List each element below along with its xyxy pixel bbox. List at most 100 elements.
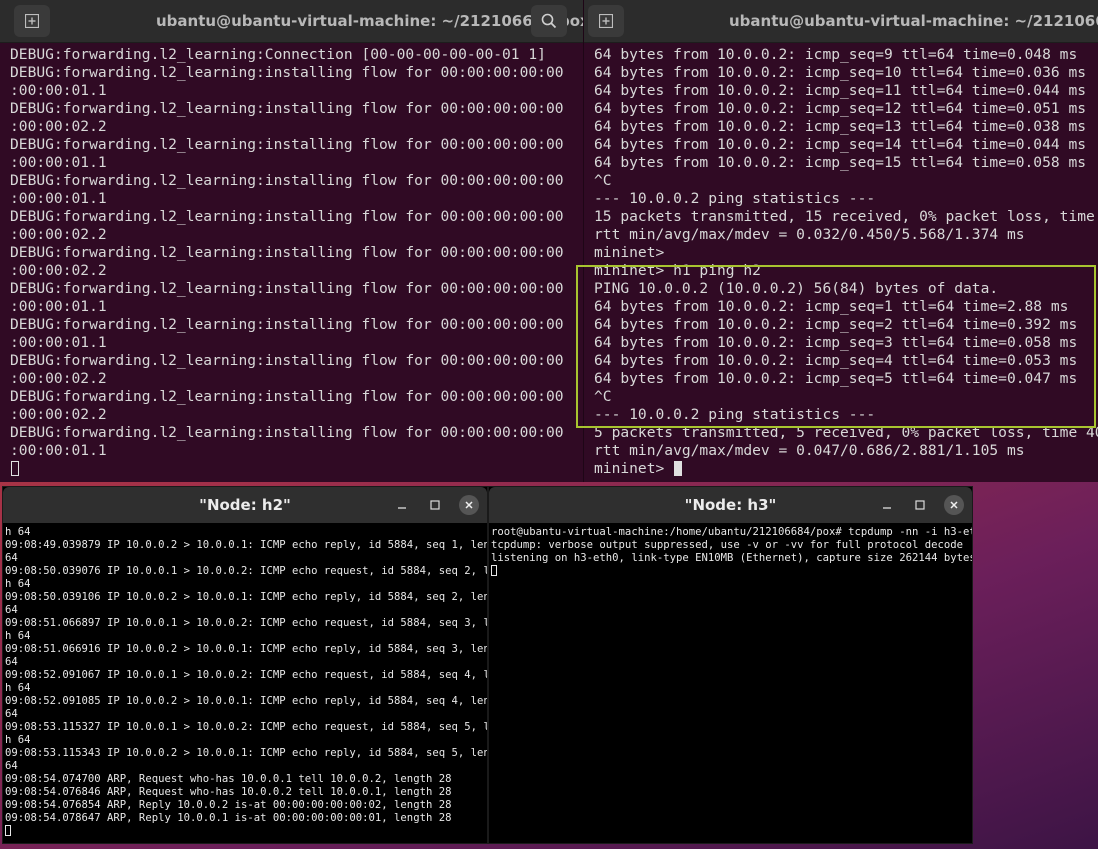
terminal-line: :00:00:02.2 bbox=[10, 262, 107, 279]
h3-close-button[interactable] bbox=[944, 495, 964, 515]
node-h3-output[interactable]: root@ubantu-virtual-machine:/home/ubantu… bbox=[489, 523, 972, 578]
search-icon bbox=[541, 13, 557, 29]
terminal-line: :00:00:01.1 bbox=[10, 334, 107, 351]
terminal-line: 64 bytes from 10.0.0.2: icmp_seq=9 ttl=6… bbox=[594, 46, 1078, 63]
terminal-line: :00:00:01.1 bbox=[10, 154, 107, 171]
terminal-line: 64 bytes from 10.0.0.2: icmp_seq=11 ttl=… bbox=[594, 82, 1087, 99]
terminal-line: DEBUG:forwarding.l2_learning:installing … bbox=[10, 352, 564, 369]
input-line[interactable] bbox=[491, 565, 972, 578]
terminal-line: ^C bbox=[594, 172, 612, 189]
terminal-line: 64 bytes from 10.0.0.2: icmp_seq=13 ttl=… bbox=[594, 118, 1087, 135]
terminal-line: DEBUG:forwarding.l2_learning:installing … bbox=[10, 388, 564, 405]
terminal-line: DEBUG:forwarding.l2_learning:Connection … bbox=[10, 46, 546, 63]
maximize-icon bbox=[430, 500, 440, 510]
xterm-line: 09:08:51.066916 IP 10.0.0.2 > 10.0.0.1: … bbox=[5, 643, 487, 655]
terminal-line: --- 10.0.0.2 ping statistics --- bbox=[594, 190, 876, 207]
h3-minimize-button[interactable] bbox=[877, 495, 897, 515]
input-line[interactable] bbox=[10, 460, 583, 478]
new-tab-button[interactable] bbox=[14, 5, 50, 37]
node-h3-title: "Node: h3" bbox=[684, 496, 777, 514]
terminal-line: PING 10.0.0.2 (10.0.0.2) 56(84) bytes of… bbox=[594, 280, 999, 297]
terminal-line: 64 bytes from 10.0.0.2: icmp_seq=5 ttl=6… bbox=[594, 370, 1078, 387]
node-h3-window[interactable]: "Node: h3" root@ubantu-virtual-machine:/… bbox=[489, 487, 972, 843]
xterm-line: 64 bbox=[5, 708, 18, 720]
xterm-line: 09:08:54.074700 ARP, Request who-has 10.… bbox=[5, 773, 452, 785]
minimize-icon bbox=[883, 507, 891, 509]
xterm-line: h 64 bbox=[5, 630, 31, 642]
terminal-line: 15 packets transmitted, 15 received, 0% … bbox=[594, 208, 1095, 225]
search-button[interactable] bbox=[531, 5, 567, 37]
close-icon bbox=[465, 501, 473, 509]
terminal-line: 64 bytes from 10.0.0.2: icmp_seq=12 ttl=… bbox=[594, 100, 1087, 117]
xterm-line: 09:08:54.078647 ARP, Reply 10.0.0.1 is-a… bbox=[5, 812, 452, 824]
xterm-line: h 64 bbox=[5, 578, 31, 590]
terminal-line: --- 10.0.0.2 ping statistics --- bbox=[594, 406, 876, 423]
terminal-line: mininet> h1 ping h2 bbox=[594, 262, 761, 279]
terminal-line: DEBUG:forwarding.l2_learning:installing … bbox=[10, 424, 564, 441]
new-tab-button-right[interactable] bbox=[588, 5, 624, 37]
text-cursor bbox=[11, 461, 19, 476]
terminal-line: :00:00:01.1 bbox=[10, 442, 107, 459]
xterm-line: 09:08:53.115327 IP 10.0.0.1 > 10.0.0.2: … bbox=[5, 721, 487, 733]
terminal-line: DEBUG:forwarding.l2_learning:installing … bbox=[10, 100, 564, 117]
terminal-line: DEBUG:forwarding.l2_learning:installing … bbox=[10, 136, 564, 153]
terminal-line: DEBUG:forwarding.l2_learning:installing … bbox=[10, 64, 564, 81]
terminal-line: :00:00:01.1 bbox=[10, 298, 107, 315]
right-terminal-titlebar[interactable]: ubantu@ubantu-virtual-machine: ~/2121066… bbox=[584, 0, 1098, 43]
xterm-line: 09:08:51.066897 IP 10.0.0.1 > 10.0.0.2: … bbox=[5, 617, 487, 629]
node-h3-titlebar[interactable]: "Node: h3" bbox=[489, 487, 972, 523]
xterm-line: 64 bbox=[5, 604, 18, 616]
xterm-line: tcpdump: verbose output suppressed, use … bbox=[491, 539, 963, 551]
xterm-line: 09:08:54.076846 ARP, Request who-has 10.… bbox=[5, 786, 452, 798]
xterm-line: h 64 bbox=[5, 682, 31, 694]
h2-close-button[interactable] bbox=[459, 495, 479, 515]
terminal-line: 64 bytes from 10.0.0.2: icmp_seq=1 ttl=6… bbox=[594, 298, 1069, 315]
xterm-line: 09:08:52.091067 IP 10.0.0.1 > 10.0.0.2: … bbox=[5, 669, 487, 681]
terminal-line: DEBUG:forwarding.l2_learning:installing … bbox=[10, 316, 564, 333]
xterm-line: listening on h3-eth0, link-type EN10MB (… bbox=[491, 552, 972, 564]
text-cursor bbox=[674, 461, 683, 476]
node-h2-titlebar[interactable]: "Node: h2" bbox=[3, 487, 487, 523]
xterm-line: 09:08:54.076854 ARP, Reply 10.0.0.2 is-a… bbox=[5, 799, 452, 811]
terminal-line: 5 packets transmitted, 5 received, 0% pa… bbox=[594, 424, 1098, 441]
terminal-line: ^C bbox=[594, 388, 612, 405]
xterm-line: h 64 bbox=[5, 526, 31, 538]
xterm-line: 64 bbox=[5, 656, 18, 668]
xterm-line: h 64 bbox=[5, 734, 31, 746]
new-tab-icon bbox=[25, 14, 39, 28]
node-h2-output[interactable]: h 64 09:08:49.039879 IP 10.0.0.2 > 10.0.0… bbox=[3, 523, 487, 838]
terminal-line: rtt min/avg/max/mdev = 0.032/0.450/5.568… bbox=[594, 226, 1025, 243]
h2-minimize-button[interactable] bbox=[392, 495, 412, 515]
terminal-line: DEBUG:forwarding.l2_learning:installing … bbox=[10, 244, 564, 261]
terminal-line: :00:00:02.2 bbox=[10, 118, 107, 135]
terminal-line: 64 bytes from 10.0.0.2: icmp_seq=4 ttl=6… bbox=[594, 352, 1078, 369]
maximize-icon bbox=[915, 500, 925, 510]
xterm-line: 09:08:50.039106 IP 10.0.0.2 > 10.0.0.1: … bbox=[5, 591, 487, 603]
terminal-line: :00:00:02.2 bbox=[10, 370, 107, 387]
terminal-line: :00:00:01.1 bbox=[10, 190, 107, 207]
h3-maximize-button[interactable] bbox=[910, 495, 930, 515]
right-terminal-title: ubantu@ubantu-virtual-machine: ~/2121066… bbox=[729, 12, 1098, 30]
terminal-line: :00:00:02.2 bbox=[10, 226, 107, 243]
new-tab-icon bbox=[599, 14, 613, 28]
left-terminal-output[interactable]: DEBUG:forwarding.l2_learning:Connection … bbox=[0, 43, 583, 478]
left-terminal-window[interactable]: ubantu@ubantu-virtual-machine: ~/2121066… bbox=[0, 0, 583, 482]
terminal-line: 64 bytes from 10.0.0.2: icmp_seq=10 ttl=… bbox=[594, 64, 1087, 81]
terminal-line: DEBUG:forwarding.l2_learning:installing … bbox=[10, 280, 564, 297]
right-terminal-window[interactable]: ubantu@ubantu-virtual-machine: ~/212106 6… bbox=[583, 0, 1098, 482]
terminal-line: 64 bytes from 10.0.0.2: icmp_seq=2 ttl=6… bbox=[594, 316, 1078, 333]
xterm-line: 64 bbox=[5, 552, 18, 564]
left-terminal-titlebar[interactable]: ubantu@ubantu-virtual-machine: ~/2121066… bbox=[0, 0, 583, 43]
terminal-line: :00:00:02.2 bbox=[10, 406, 107, 423]
left-terminal-title: ubantu@ubantu-virtual-machine: ~/2121066… bbox=[156, 12, 583, 30]
h2-maximize-button[interactable] bbox=[425, 495, 445, 515]
node-h2-window[interactable]: "Node: h2" h 64 09:08:49.039879 IP 10.0.0… bbox=[3, 487, 487, 843]
text-cursor bbox=[491, 565, 497, 576]
xterm-line: 09:08:50.039076 IP 10.0.0.1 > 10.0.0.2: … bbox=[5, 565, 487, 577]
terminal-line: DEBUG:forwarding.l2_learning:installing … bbox=[10, 172, 564, 189]
terminal-line: mininet> bbox=[594, 244, 665, 261]
terminal-line: 64 bytes from 10.0.0.2: icmp_seq=14 ttl=… bbox=[594, 136, 1087, 153]
right-terminal-output[interactable]: 64 bytes from 10.0.0.2: icmp_seq=9 ttl=6… bbox=[584, 43, 1098, 478]
input-line[interactable] bbox=[5, 825, 487, 838]
prompt-line[interactable]: mininet> bbox=[594, 460, 1098, 478]
